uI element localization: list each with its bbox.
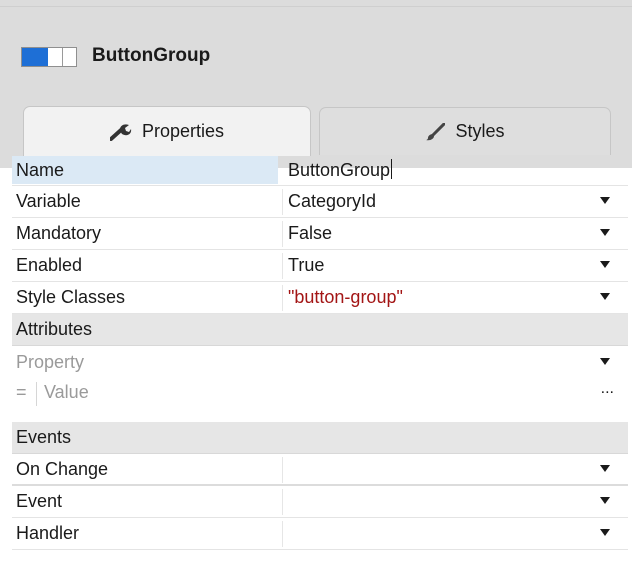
name-input[interactable]: ButtonGroup [288, 159, 393, 181]
property-label-handler: Handler [16, 523, 80, 543]
attribute-divider [36, 382, 37, 406]
text-cursor [391, 159, 393, 179]
column-divider [282, 457, 283, 483]
property-row-variable[interactable]: Variable CategoryId [12, 186, 628, 218]
section-attributes: Attributes [12, 314, 628, 346]
properties-grid: Name ButtonGroup Variable CategoryId Man… [12, 154, 628, 550]
column-divider [282, 489, 283, 515]
button-group-icon-fill [22, 48, 48, 66]
chevron-down-icon[interactable] [600, 497, 610, 504]
section-events: Events [12, 422, 628, 454]
equals-sign: = [16, 382, 27, 402]
attribute-property-row[interactable]: Property [12, 346, 628, 378]
enabled-select[interactable]: True [288, 255, 324, 276]
column-divider [282, 189, 283, 215]
chevron-down-icon[interactable] [600, 293, 610, 300]
attribute-property-input[interactable]: Property [16, 352, 84, 373]
property-row-name[interactable]: Name ButtonGroup [12, 154, 628, 186]
property-row-handler[interactable]: Handler [12, 518, 628, 550]
property-label-mandatory: Mandatory [16, 223, 102, 243]
column-divider [282, 285, 283, 311]
chevron-down-icon[interactable] [600, 261, 610, 268]
property-label-on-change: On Change [16, 459, 109, 479]
property-label-style-classes: Style Classes [16, 287, 126, 307]
component-title: ButtonGroup [92, 45, 211, 66]
property-row-enabled[interactable]: Enabled True [12, 250, 628, 282]
property-row-style-classes[interactable]: Style Classes "button-group" [12, 282, 628, 314]
section-events-label: Events [16, 427, 72, 447]
tab-properties[interactable]: Properties [23, 106, 311, 156]
header-divider [0, 6, 632, 7]
more-button[interactable]: ... [601, 380, 614, 398]
section-attributes-label: Attributes [16, 319, 93, 339]
property-row-event[interactable]: Event [12, 486, 628, 518]
attribute-value-row[interactable]: = Value ... [12, 378, 628, 410]
property-label-variable: Variable [16, 191, 81, 211]
chevron-down-icon[interactable] [600, 197, 610, 204]
chevron-down-icon[interactable] [600, 465, 610, 472]
property-label-enabled: Enabled [16, 255, 83, 275]
property-row-on-change[interactable]: On Change [12, 454, 628, 486]
tab-styles-label: Styles [455, 121, 505, 141]
tab-styles[interactable]: Styles [319, 107, 611, 155]
button-group-icon [21, 47, 77, 67]
mandatory-select[interactable]: False [288, 223, 332, 244]
variable-select[interactable]: CategoryId [288, 191, 376, 212]
property-label-name: Name [12, 156, 278, 184]
wrench-icon [109, 123, 132, 141]
property-row-mandatory[interactable]: Mandatory False [12, 218, 628, 250]
component-header: ButtonGroup Properties Styles [0, 0, 632, 168]
column-divider [282, 253, 283, 279]
chevron-down-icon[interactable] [600, 358, 610, 365]
brush-icon [425, 122, 446, 141]
chevron-down-icon[interactable] [600, 229, 610, 236]
column-divider [282, 521, 283, 547]
property-label-event: Event [16, 491, 63, 511]
attribute-value-input[interactable]: Value [44, 382, 89, 403]
column-divider [282, 221, 283, 247]
button-group-icon-separator [62, 48, 63, 66]
tab-properties-label: Properties [141, 121, 225, 141]
chevron-down-icon[interactable] [600, 529, 610, 536]
style-classes-select[interactable]: "button-group" [288, 287, 403, 308]
